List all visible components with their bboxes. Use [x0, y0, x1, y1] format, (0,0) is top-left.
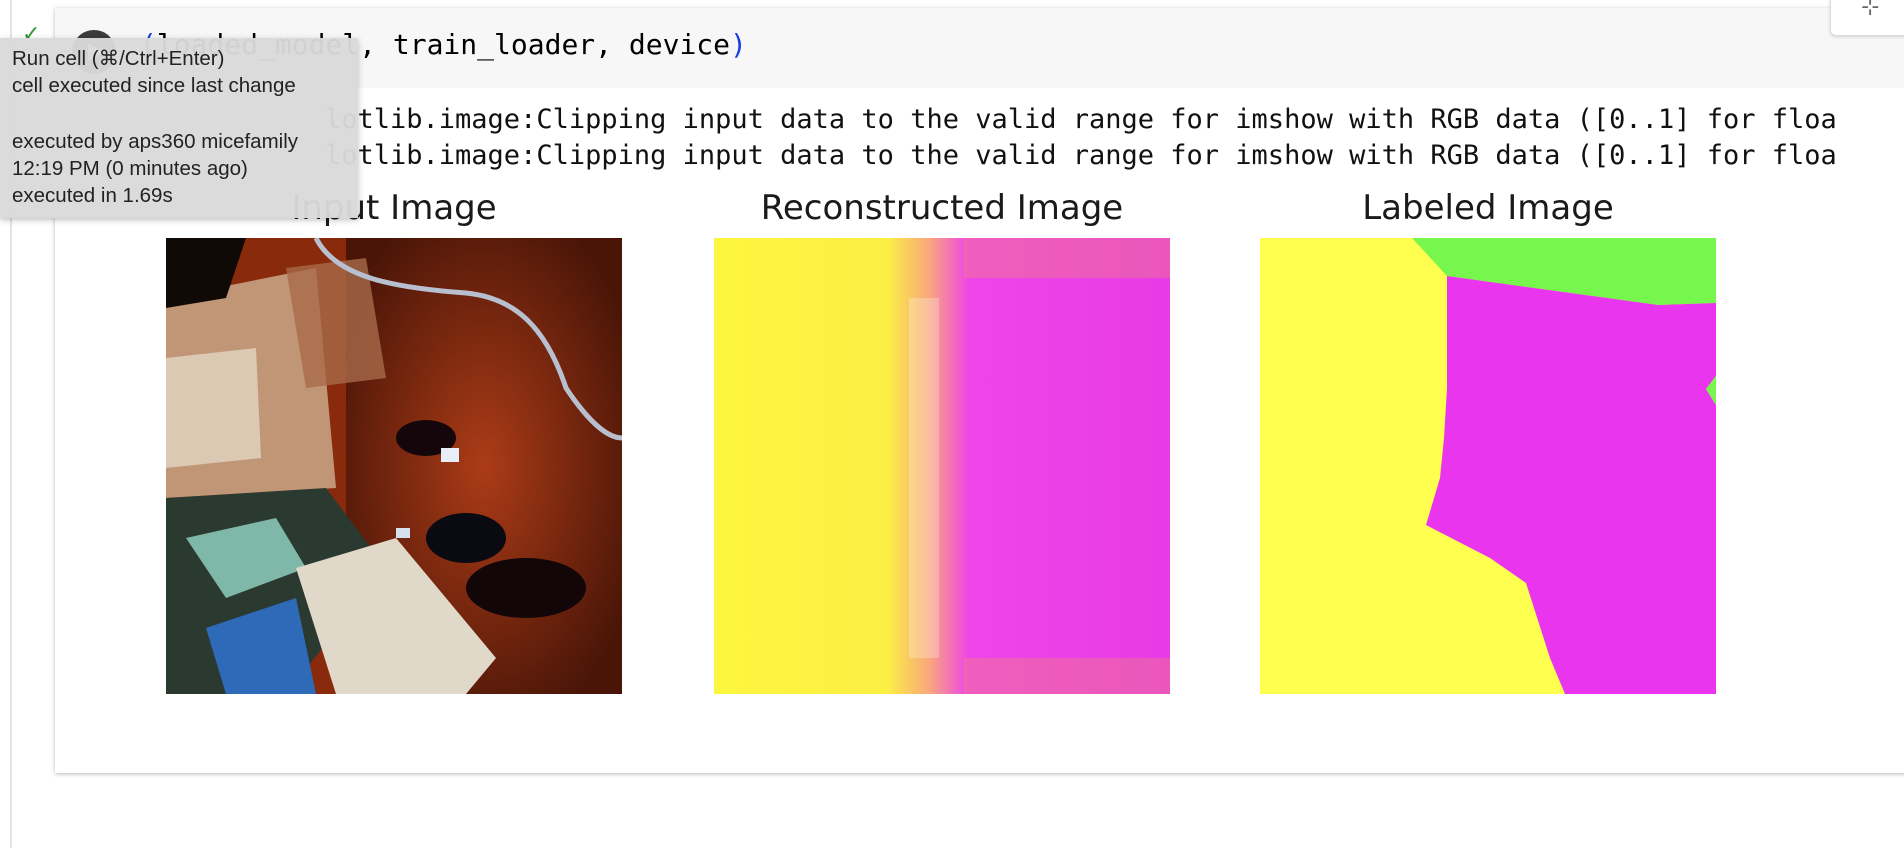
reconstructed-image	[714, 238, 1170, 694]
tooltip-executed-by: executed by aps360 micefamily	[12, 130, 299, 153]
tooltip-time: 12:19 PM (0 minutes ago)	[12, 157, 248, 180]
input-image	[166, 238, 622, 694]
run-cell-tooltip: Run cell (⌘/Ctrl+Enter) cell executed si…	[0, 38, 358, 218]
output-warning-line: lotlib.image:Clipping input data to the …	[325, 104, 1837, 135]
panel-title-reconstructed: Reconstructed Image	[760, 188, 1124, 228]
code-close-paren: )	[730, 28, 747, 61]
tooltip-duration: executed in 1.69s	[12, 184, 173, 207]
labeled-image	[1260, 238, 1716, 694]
tooltip-shortcut: Run cell (⌘/Ctrl+Enter)	[12, 47, 225, 70]
output-warning-line: lotlib.image:Clipping input data to the …	[325, 140, 1837, 171]
cell-toolbar-widget[interactable]: ⊹	[1830, 0, 1904, 36]
tooltip-status: cell executed since last change	[12, 74, 296, 97]
panel-title-labeled: Labeled Image	[1362, 188, 1614, 228]
expand-icon[interactable]: ⊹	[1861, 0, 1879, 20]
